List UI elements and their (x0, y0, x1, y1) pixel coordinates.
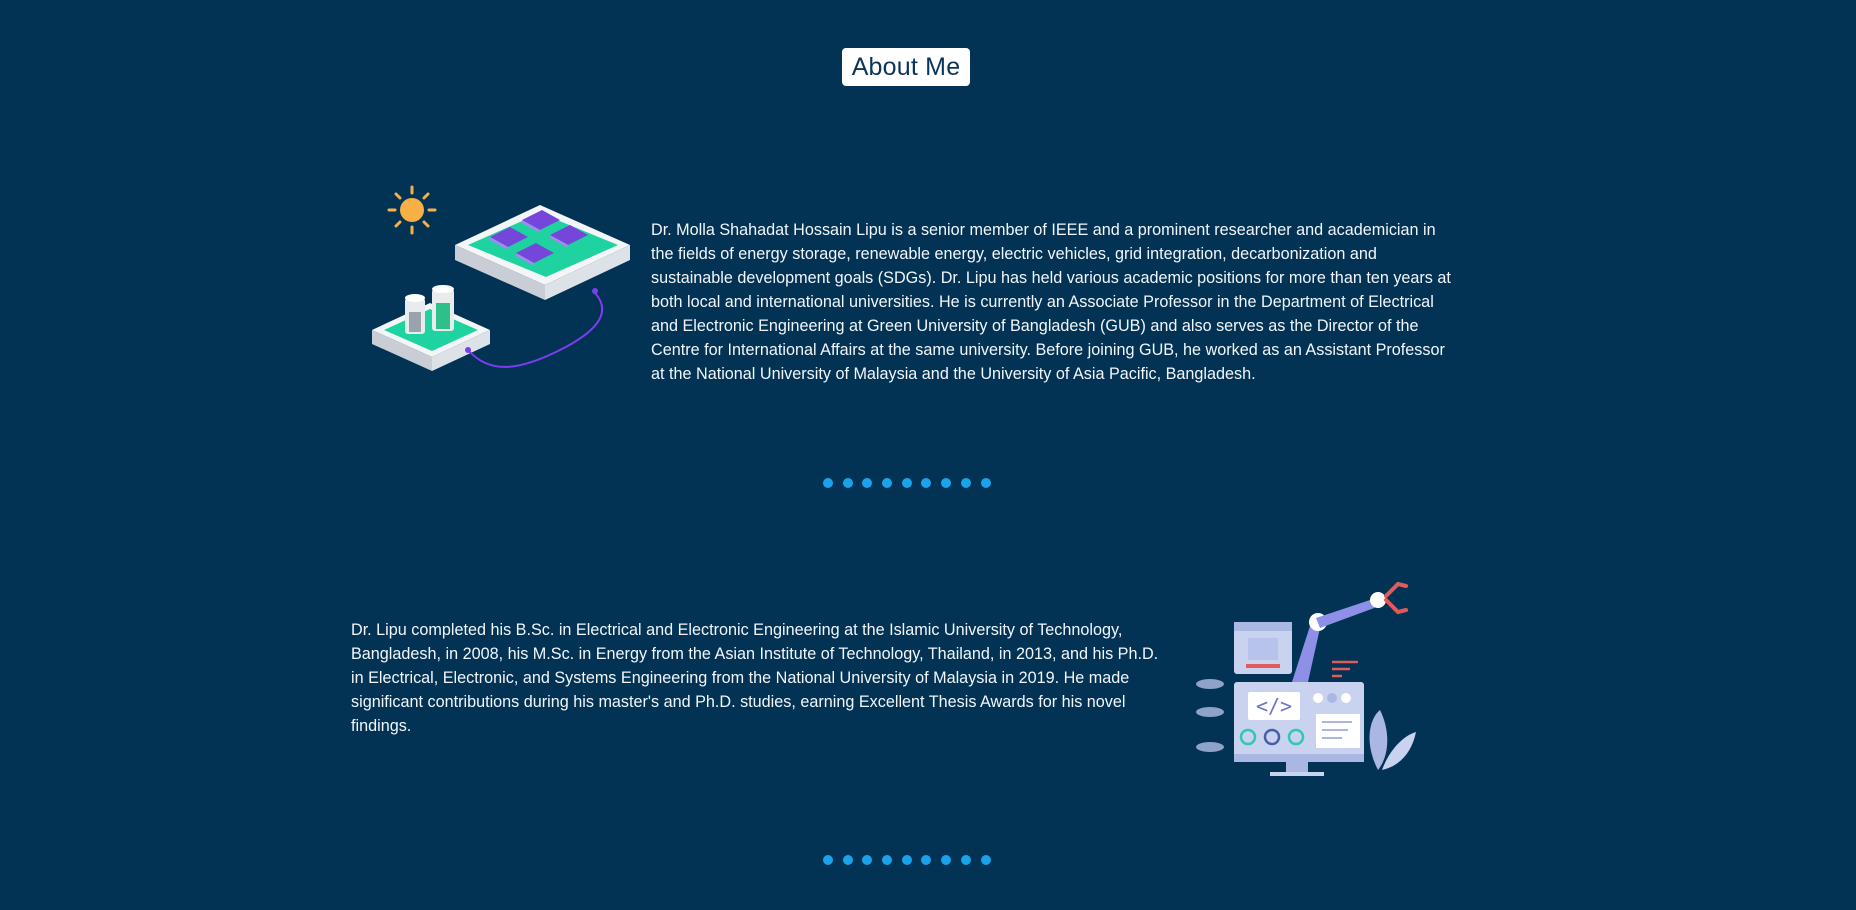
svg-text:</>: </> (1256, 694, 1292, 718)
divider-dot (842, 478, 853, 488)
divider-dot (842, 855, 853, 865)
divider-dot (882, 478, 893, 488)
divider-dot (862, 855, 873, 865)
robot-arm-computer-illustration: </> (1160, 570, 1430, 795)
about-paragraph-2: Dr. Lipu completed his B.Sc. in Electric… (351, 621, 1159, 736)
divider-dot (901, 478, 912, 488)
divider-dot (960, 478, 971, 488)
divider-dot (823, 855, 833, 865)
divider-dot (901, 855, 912, 865)
divider-dot (980, 855, 991, 865)
divider-dot (823, 478, 833, 488)
sun-icon (387, 185, 437, 235)
divider-dot (980, 478, 991, 488)
solar-energy-illustration (360, 175, 640, 410)
divider-dot (960, 855, 971, 865)
divider-dot (941, 855, 952, 865)
section-divider-dots (823, 478, 991, 488)
section-title-text: About Me (851, 52, 961, 81)
divider-dot (921, 478, 932, 488)
divider-dot (882, 855, 893, 865)
divider-dot (921, 855, 932, 865)
about-paragraph-1: Dr. Molla Shahadat Hossain Lipu is a sen… (651, 221, 1451, 384)
section-divider-dots (823, 855, 991, 865)
section-title: About Me (842, 48, 970, 86)
divider-dot (941, 478, 952, 488)
divider-dot (862, 478, 873, 488)
